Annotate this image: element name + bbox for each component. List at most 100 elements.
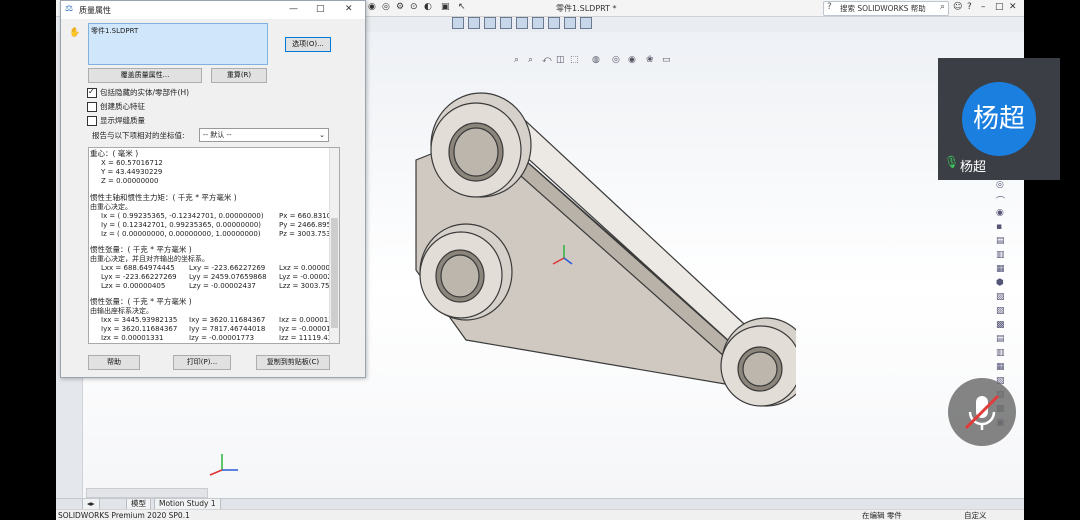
pointer-icon[interactable]: ↖ [458, 2, 466, 12]
trimetric-view-icon[interactable] [564, 17, 576, 29]
appearances-icon[interactable]: ▤ [996, 236, 1005, 246]
design-library-icon[interactable]: ⌒ [996, 194, 1005, 207]
axis-ix: Ix = ( 0.99235365, -0.12342701, 0.000000… [101, 212, 264, 220]
checkbox-unchecked[interactable] [87, 116, 97, 126]
custom-properties-icon[interactable]: ▥ [996, 250, 1005, 260]
search-icon[interactable]: ⌕ [940, 2, 945, 12]
user-icon[interactable]: ☺ [953, 2, 962, 12]
selection-icon: ✋ [69, 28, 81, 38]
results-scrollbar[interactable] [329, 148, 339, 343]
options-icon[interactable]: ◐ [424, 2, 432, 12]
dimetric-view-icon[interactable] [580, 17, 592, 29]
previous-view-icon[interactable]: ⤺ [542, 55, 552, 65]
file-explorer-icon[interactable]: ◉ [996, 208, 1004, 218]
view-orientation-icon[interactable]: ⬚ [570, 55, 579, 65]
bottom-view-icon[interactable] [532, 17, 544, 29]
3d-content-icon[interactable]: ▥ [996, 348, 1005, 358]
tensor-com-sub: 由重心决定，并且对齐输出的坐标系。 [90, 255, 209, 263]
costing-icon[interactable]: ▨ [996, 306, 1005, 316]
markup-icon[interactable]: ▤ [996, 334, 1005, 344]
dialog-maximize-icon[interactable]: □ [316, 4, 325, 14]
selected-part[interactable]: 零件1.SLDPRT [91, 26, 138, 36]
tensor-izy: Izy = -0.00001773 [189, 334, 255, 342]
print-icon[interactable]: ▣ [441, 2, 450, 12]
participant-tile[interactable]: 杨超 🎙 杨超 [938, 58, 1060, 180]
zoom-fit-icon[interactable]: ⌕ [514, 55, 519, 65]
status-product: SOLIDWORKS Premium 2020 SP0.1 [58, 511, 190, 520]
toolbox-icon[interactable]: ▦ [996, 264, 1005, 274]
rebuild-icon[interactable]: ⊙ [410, 2, 418, 12]
checkbox-unchecked[interactable] [87, 102, 97, 112]
tensor-ixx: Ixx = 3445.93982135 [101, 316, 178, 324]
hide-show-icon[interactable]: ◎ [612, 55, 620, 65]
display-style-icon[interactable]: ◍ [592, 55, 600, 65]
options-button[interactable]: 选项(O)... [285, 37, 331, 52]
create-com-checkbox[interactable]: 创建质心特征 [87, 101, 145, 113]
simulation-icon[interactable]: ▧ [996, 292, 1005, 302]
back-view-icon[interactable] [468, 17, 480, 29]
tensor-lyx: Lyx = -223.66227269 [101, 273, 177, 281]
top-view-icon[interactable] [516, 17, 528, 29]
dialog-close-icon[interactable]: ✕ [345, 4, 353, 14]
scrollbar-thumb[interactable] [331, 218, 338, 328]
participant-label: 杨超 [960, 160, 987, 175]
dialog-minimize-icon[interactable]: — [289, 4, 298, 14]
help-icon: ? [827, 2, 832, 12]
view-palette-icon[interactable]: ▪ [996, 222, 1002, 232]
forum-icon[interactable]: ⬢ [996, 278, 1004, 288]
selection-list[interactable]: 零件1.SLDPRT [88, 23, 268, 65]
show-weld-checkbox[interactable]: 显示焊缝质量 [87, 115, 145, 127]
tensor-lzy: Lzy = -0.00002437 [189, 282, 256, 290]
appearance-icon[interactable]: ◉ [628, 55, 636, 65]
front-view-icon[interactable] [452, 17, 464, 29]
principal-axes-sub: 由重心决定。 [90, 203, 132, 211]
close-icon[interactable]: ✕ [1009, 2, 1017, 12]
include-hidden-checkbox[interactable]: 包括隐藏的实体/零部件(H) [87, 86, 189, 99]
view-settings-icon[interactable]: ▭ [662, 55, 671, 65]
display-icon[interactable]: ◎ [382, 2, 390, 12]
dialog-title: 质量属性 [79, 6, 111, 15]
recalculate-button[interactable]: 重算(R) [211, 68, 267, 83]
minimize-icon[interactable]: – [981, 2, 986, 12]
scene-icon[interactable]: ❀ [646, 55, 654, 65]
override-mass-button[interactable]: 覆盖质量属性... [88, 68, 202, 83]
status-bar: SOLIDWORKS Premium 2020 SP0.1 在编辑 零件 自定义 [56, 509, 1024, 520]
iso-view-icon[interactable] [548, 17, 560, 29]
coord-system-select[interactable]: -- 默认 -- ⌄ [199, 128, 329, 142]
document-title: 零件1.SLDPRT * [556, 4, 617, 13]
hole-end-inner [742, 351, 778, 387]
tensor-lxx: Lxx = 688.64974445 [101, 264, 175, 272]
dialog-title-bar: ⚖ 质量属性 — □ ✕ [61, 1, 365, 19]
status-editing: 在编辑 零件 [862, 511, 902, 520]
horizontal-scrollbar[interactable] [86, 488, 208, 498]
copy-clipboard-button[interactable]: 复制到剪贴板(C) [256, 355, 330, 370]
help-search-box[interactable]: ? 搜索 SOLIDWORKS 帮助 ⌕ [823, 1, 949, 16]
pane-item-icon[interactable]: ▦ [996, 362, 1005, 372]
right-view-icon[interactable] [500, 17, 512, 29]
question-icon[interactable]: ? [967, 2, 972, 12]
tensor-ixy: Ixy = 3620.11684367 [189, 316, 266, 324]
results-text-area[interactable]: 重心：( 毫米 ) X = 60.57016712 Y = 43.4493022… [88, 147, 340, 344]
tensor-iyz: Iyz = -0.000017 [279, 325, 336, 333]
resources-icon[interactable]: ◎ [996, 180, 1004, 190]
help-search-input[interactable]: 搜索 SOLIDWORKS 帮助 [840, 3, 926, 14]
tensor-output-title: 惯性张量：( 千克 * 平方毫米 ) [90, 297, 192, 306]
tensor-iyy: Iyy = 7817.46744018 [189, 325, 266, 333]
zoom-area-icon[interactable]: ⌕ [528, 55, 533, 65]
section-view-icon[interactable]: ◫ [556, 55, 565, 65]
restore-icon[interactable]: □ [995, 2, 1004, 12]
checkbox-checked[interactable] [87, 86, 97, 98]
part-model[interactable] [396, 90, 796, 430]
mic-muted-icon [964, 394, 1000, 430]
cog-z: Z = 0.00000000 [101, 177, 159, 185]
create-com-label: 创建质心特征 [100, 102, 145, 111]
status-units[interactable]: 自定义 [964, 510, 987, 520]
addins-icon[interactable]: ▩ [996, 320, 1005, 330]
left-view-icon[interactable] [484, 17, 496, 29]
mute-toggle[interactable] [948, 378, 1016, 446]
print-button[interactable]: 打印(P)... [173, 355, 231, 370]
help-button[interactable]: 帮助 [88, 355, 140, 370]
settings-icon[interactable]: ⚙ [396, 2, 404, 12]
eye-icon[interactable]: ◉ [368, 2, 376, 12]
coord-system-label: 报告与以下项相对的坐标值: [92, 131, 185, 140]
